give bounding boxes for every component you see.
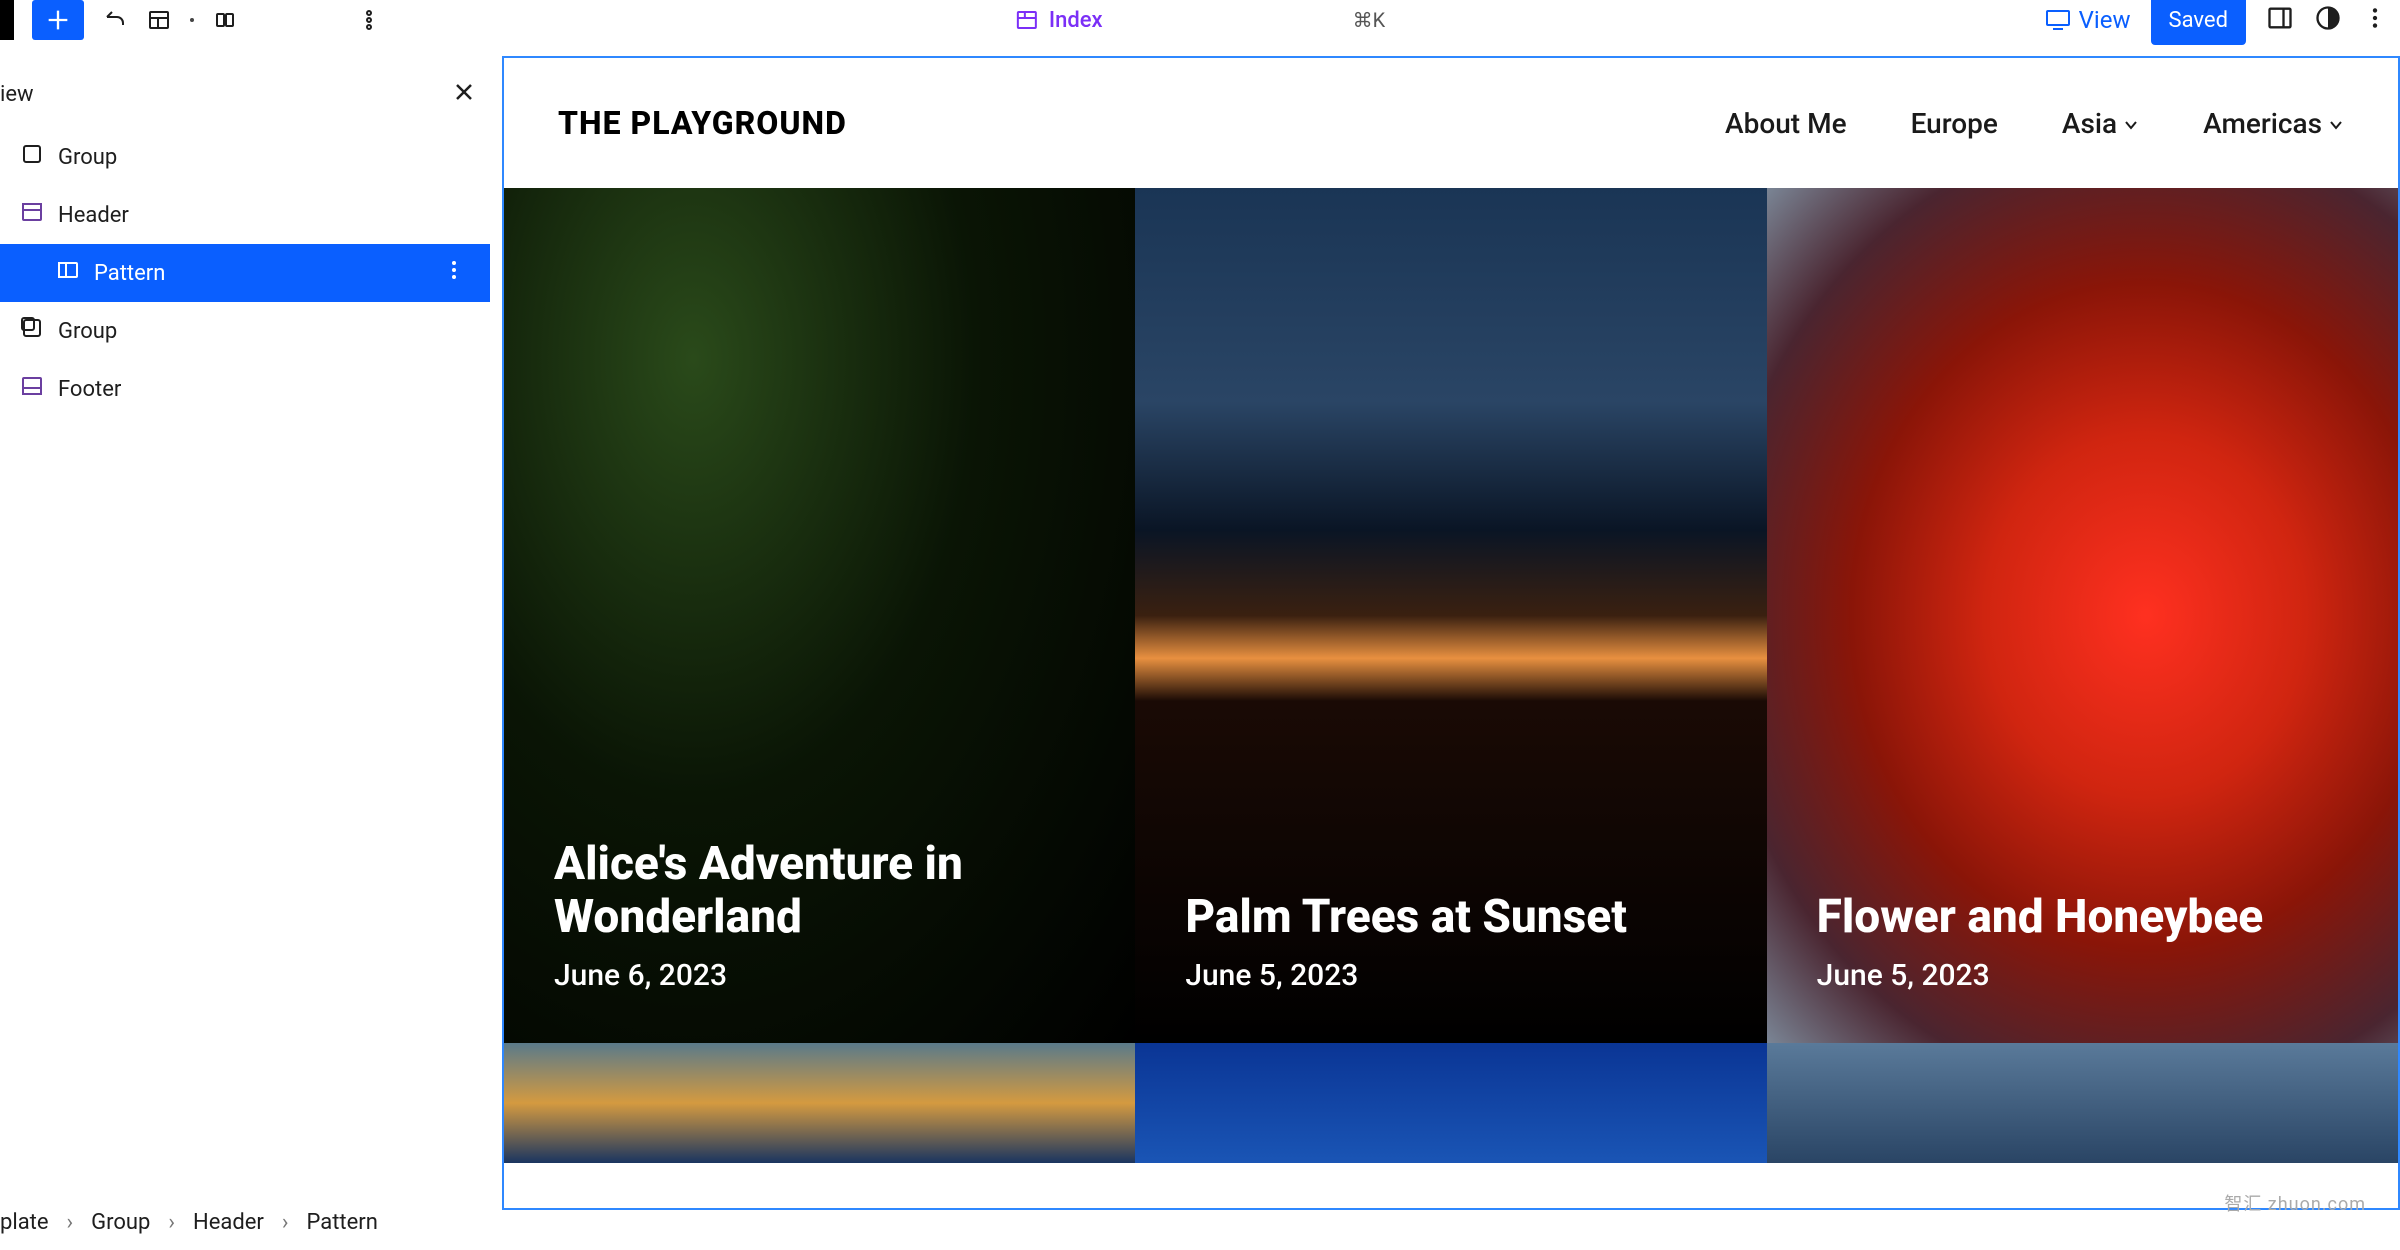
wp-logo-edge[interactable]: [0, 0, 14, 40]
tree-item-group[interactable]: Group: [0, 302, 490, 360]
close-list-view-button[interactable]: [452, 80, 476, 108]
view-button-label: View: [2079, 6, 2131, 34]
more-vertical-icon: [357, 8, 381, 32]
nav-item-asia[interactable]: Asia: [2062, 107, 2139, 140]
tree-item-footer[interactable]: Footer: [0, 360, 490, 418]
group-icon: [20, 142, 44, 172]
post-card[interactable]: Flower and Honeybee June 5, 2023: [1767, 188, 2398, 1043]
post-card[interactable]: Palm Trees at Sunset June 5, 2023: [1135, 188, 1766, 1043]
command-palette-shortcut[interactable]: ⌘K: [1353, 8, 1386, 32]
tree-item-label: Group: [58, 145, 117, 170]
post-card[interactable]: [504, 1043, 1135, 1163]
layout-icon: [147, 8, 171, 32]
save-button[interactable]: Saved: [2151, 0, 2246, 45]
toolbar-more-button[interactable]: [356, 7, 382, 33]
watermark: 智汇 zhuon.com: [2224, 1190, 2366, 1216]
tree-item-label: Header: [58, 203, 129, 228]
post-date[interactable]: June 5, 2023: [1817, 958, 2348, 993]
posts-grid: Alice's Adventure in Wonderland June 6, …: [504, 188, 2398, 1043]
template-title-text: Index: [1049, 8, 1103, 33]
options-button[interactable]: [2362, 5, 2388, 35]
block-breadcrumb: plate › Group › Header › Pattern: [0, 1194, 378, 1250]
breadcrumb-separator: ›: [67, 1210, 74, 1235]
list-view-title: iew: [0, 82, 34, 107]
list-view-button[interactable]: [146, 7, 172, 33]
editor-canvas-wrapper: THE PLAYGROUND About Me Europe Asia Amer…: [502, 56, 2400, 1210]
desktop-icon: [2045, 9, 2071, 31]
separator-dot: [190, 18, 194, 22]
site-title[interactable]: THE PLAYGROUND: [558, 104, 847, 142]
breadcrumb-separator: ›: [168, 1210, 175, 1235]
breadcrumb-item[interactable]: plate: [0, 1210, 49, 1235]
tree-item-label: Footer: [58, 377, 121, 402]
toolbar-right: View Saved: [2045, 0, 2388, 45]
site-navigation: About Me Europe Asia Americas: [1725, 107, 2344, 140]
group-icon: [20, 316, 44, 346]
styles-button[interactable]: [2314, 4, 2342, 36]
chevron-down-icon: [2328, 107, 2344, 140]
save-button-label: Saved: [2169, 8, 2228, 33]
breadcrumb-item[interactable]: Group: [91, 1210, 150, 1235]
template-icon: [1015, 8, 1039, 32]
post-title[interactable]: Flower and Honeybee: [1817, 891, 2348, 944]
settings-panel-toggle[interactable]: [2266, 4, 2294, 36]
sidebar-icon: [2266, 4, 2294, 32]
add-block-button[interactable]: [32, 0, 84, 40]
toolbar-left: [0, 0, 382, 40]
breadcrumb-item[interactable]: Header: [193, 1210, 264, 1235]
post-title[interactable]: Alice's Adventure in Wonderland: [554, 838, 1085, 944]
overview-icon: [213, 8, 237, 32]
breadcrumb-separator: ›: [282, 1210, 289, 1235]
post-card[interactable]: Alice's Adventure in Wonderland June 6, …: [504, 188, 1135, 1043]
editor-toolbar: Index ⌘K View Saved: [0, 0, 2400, 40]
plus-icon: [44, 6, 72, 34]
list-view-panel: iew Group Header Pattern Group Footer: [0, 70, 490, 418]
nav-item-europe[interactable]: Europe: [1911, 107, 1998, 140]
view-button[interactable]: View: [2045, 6, 2131, 34]
pattern-icon: [56, 258, 80, 288]
toolbar-center: Index ⌘K: [1015, 8, 1385, 33]
styles-icon: [2314, 4, 2342, 32]
editor-canvas[interactable]: THE PLAYGROUND About Me Europe Asia Amer…: [502, 56, 2400, 1210]
breadcrumb-item[interactable]: Pattern: [307, 1210, 378, 1235]
chevron-down-icon: [2123, 107, 2139, 140]
template-title[interactable]: Index: [1015, 8, 1103, 33]
tree-item-label: Group: [58, 319, 117, 344]
site-header[interactable]: THE PLAYGROUND About Me Europe Asia Amer…: [504, 58, 2398, 188]
list-view-header: iew: [0, 70, 490, 128]
tree-item-options-button[interactable]: [442, 258, 466, 288]
header-icon: [20, 200, 44, 230]
posts-grid-row2: [504, 1043, 2398, 1163]
post-date[interactable]: June 5, 2023: [1185, 958, 1716, 993]
post-date[interactable]: June 6, 2023: [554, 958, 1085, 993]
more-vertical-icon: [2362, 5, 2388, 31]
more-vertical-icon: [442, 258, 466, 282]
post-card[interactable]: [1135, 1043, 1766, 1163]
undo-icon: [103, 8, 127, 32]
document-overview-button[interactable]: [212, 7, 238, 33]
undo-button[interactable]: [102, 7, 128, 33]
tree-item-header[interactable]: Header: [0, 186, 490, 244]
tree-item-pattern[interactable]: Pattern: [0, 244, 490, 302]
footer-icon: [20, 374, 44, 404]
nav-item-about[interactable]: About Me: [1725, 107, 1847, 140]
close-icon: [452, 80, 476, 104]
post-title[interactable]: Palm Trees at Sunset: [1185, 891, 1716, 944]
nav-item-americas[interactable]: Americas: [2203, 107, 2344, 140]
tree-item-group[interactable]: Group: [0, 128, 490, 186]
post-card[interactable]: [1767, 1043, 2398, 1163]
tree-item-label: Pattern: [94, 261, 165, 286]
